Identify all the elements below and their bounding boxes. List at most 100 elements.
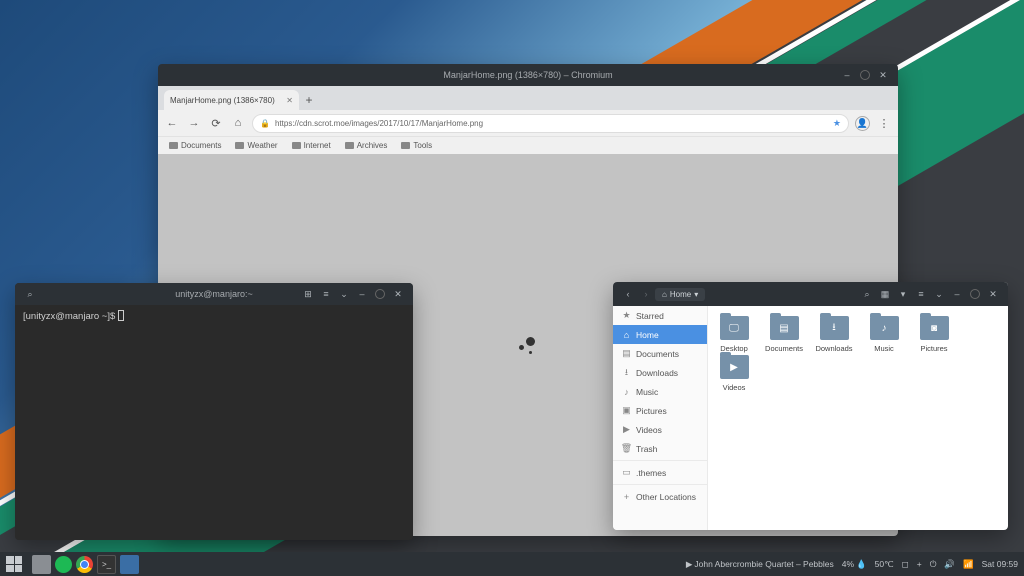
search-icon[interactable]: ⌕ bbox=[21, 285, 39, 303]
drop-icon: 💧 bbox=[856, 559, 867, 570]
star-icon: ★ bbox=[622, 311, 631, 320]
terminal-prompt: [unityzx@manjaro ~]$ bbox=[23, 311, 118, 322]
file-grid: 🖵Desktop ▤Documents ⭳Downloads ♪Music ◙P… bbox=[708, 306, 1008, 530]
sidebar-item-home[interactable]: ⌂Home bbox=[613, 325, 707, 344]
home-icon: ⌂ bbox=[622, 330, 631, 339]
folder-icon bbox=[169, 142, 178, 149]
back-button[interactable]: ← bbox=[164, 115, 180, 131]
back-button[interactable]: ‹ bbox=[619, 285, 637, 303]
bookmark-weather[interactable]: Weather bbox=[230, 139, 282, 152]
taskbar: >_ ▶John Abercrombie Quartet – Pebbles 4… bbox=[0, 552, 1024, 576]
terminal-title: unityzx@manjaro:~ bbox=[175, 289, 252, 299]
chromium-titlebar[interactable]: ManjarHome.png (1386×780) – Chromium – ✕ bbox=[158, 64, 898, 86]
browser-toolbar: ← → ⟳ ⌂ 🔒 https://cdn.scrot.moe/images/2… bbox=[158, 110, 898, 136]
sidebar-item-other-locations[interactable]: +Other Locations bbox=[613, 487, 707, 506]
folder-videos[interactable]: ▶Videos bbox=[710, 355, 758, 392]
tray-wifi-icon[interactable]: 📶 bbox=[963, 559, 974, 570]
grid-view-icon[interactable]: ▦ bbox=[876, 285, 894, 303]
sidebar-item-starred[interactable]: ★Starred bbox=[613, 306, 707, 325]
menu-button[interactable]: ⋮ bbox=[876, 115, 892, 131]
maximize-button[interactable] bbox=[860, 70, 870, 80]
menu-icon[interactable]: ≡ bbox=[317, 285, 335, 303]
folder-icon bbox=[345, 142, 354, 149]
bookmark-star-icon[interactable]: ★ bbox=[833, 118, 841, 129]
file-manager-titlebar[interactable]: ‹ › ⌂ Home ▾ ⌕ ▦ ▾ ≡ ⌄ – ✕ bbox=[613, 282, 1008, 306]
sidebar-item-themes[interactable]: ▭.themes bbox=[613, 463, 707, 482]
taskbar-terminal-icon[interactable]: >_ bbox=[97, 555, 116, 574]
folder-music[interactable]: ♪Music bbox=[860, 316, 908, 353]
maximize-button[interactable] bbox=[970, 289, 980, 299]
video-icon: ▶ bbox=[622, 425, 631, 434]
path-button[interactable]: ⌂ Home ▾ bbox=[655, 288, 705, 301]
taskbar-file-manager-icon[interactable] bbox=[32, 555, 51, 574]
chromium-window-title: ManjarHome.png (1386×780) – Chromium bbox=[443, 70, 612, 80]
forward-button[interactable]: › bbox=[637, 285, 655, 303]
plus-icon: + bbox=[622, 492, 631, 501]
url-text: https://cdn.scrot.moe/images/2017/10/17/… bbox=[275, 119, 483, 128]
tray-plus-icon[interactable]: + bbox=[917, 559, 922, 569]
browser-tab[interactable]: ManjarHome.png (1386×780) ✕ bbox=[164, 90, 299, 110]
folder-icon: ▭ bbox=[622, 468, 631, 477]
tray-window-icon[interactable]: ◻ bbox=[902, 559, 909, 570]
picture-icon: ▣ bbox=[622, 406, 631, 415]
terminal-titlebar[interactable]: ⌕ unityzx@manjaro:~ ⊞ ≡ ⌄ – ✕ bbox=[15, 283, 413, 305]
new-tab-icon[interactable]: ⊞ bbox=[299, 285, 317, 303]
dropdown-icon[interactable]: ⌄ bbox=[335, 285, 353, 303]
sidebar-item-downloads[interactable]: ⭳Downloads bbox=[613, 363, 707, 382]
sidebar-item-pictures[interactable]: ▣Pictures bbox=[613, 401, 707, 420]
folder-pictures[interactable]: ◙Pictures bbox=[910, 316, 958, 353]
bookmark-documents[interactable]: Documents bbox=[164, 139, 226, 152]
taskbar-chromium-icon[interactable] bbox=[76, 556, 93, 573]
tray-audio-icon[interactable]: 🔊 bbox=[944, 559, 955, 570]
applications-button[interactable] bbox=[6, 556, 22, 572]
search-icon[interactable]: ⌕ bbox=[858, 285, 876, 303]
sidebar-item-music[interactable]: ♪Music bbox=[613, 382, 707, 401]
close-button[interactable]: ✕ bbox=[874, 66, 892, 84]
url-bar[interactable]: 🔒 https://cdn.scrot.moe/images/2017/10/1… bbox=[252, 114, 849, 133]
sidebar-item-videos[interactable]: ▶Videos bbox=[613, 420, 707, 439]
chevron-down-icon: ▾ bbox=[694, 290, 698, 299]
forward-button[interactable]: → bbox=[186, 115, 202, 131]
folder-downloads[interactable]: ⭳Downloads bbox=[810, 316, 858, 353]
dropdown-icon[interactable]: ⌄ bbox=[930, 285, 948, 303]
home-button[interactable]: ⌂ bbox=[230, 115, 246, 131]
close-button[interactable]: ✕ bbox=[389, 285, 407, 303]
temperature-indicator[interactable]: 50℃ bbox=[875, 559, 894, 570]
tray-power-icon[interactable]: ⏻ bbox=[930, 559, 937, 570]
lock-icon: 🔒 bbox=[260, 119, 270, 128]
terminal-window[interactable]: ⌕ unityzx@manjaro:~ ⊞ ≡ ⌄ – ✕ [unityzx@m… bbox=[15, 283, 413, 540]
taskbar-settings-icon[interactable] bbox=[120, 555, 139, 574]
menu-icon[interactable]: ≡ bbox=[912, 285, 930, 303]
humidity-indicator[interactable]: 4%💧 bbox=[842, 559, 867, 570]
folder-desktop[interactable]: 🖵Desktop bbox=[710, 316, 758, 353]
sidebar-item-documents[interactable]: ▤Documents bbox=[613, 344, 707, 363]
bookmark-tools[interactable]: Tools bbox=[396, 139, 437, 152]
home-icon: ⌂ bbox=[662, 290, 667, 299]
minimize-button[interactable]: – bbox=[838, 66, 856, 84]
folder-icon bbox=[235, 142, 244, 149]
tab-strip: ManjarHome.png (1386×780) ✕ + bbox=[158, 86, 898, 110]
folder-documents[interactable]: ▤Documents bbox=[760, 316, 808, 353]
taskbar-spotify-icon[interactable] bbox=[55, 556, 72, 573]
bookmark-internet[interactable]: Internet bbox=[287, 139, 336, 152]
view-dropdown-icon[interactable]: ▾ bbox=[894, 285, 912, 303]
sidebar-item-trash[interactable]: 🗑Trash bbox=[613, 439, 707, 458]
minimize-button[interactable]: – bbox=[353, 285, 371, 303]
now-playing[interactable]: ▶John Abercrombie Quartet – Pebbles bbox=[686, 559, 834, 570]
terminal-body[interactable]: [unityzx@manjaro ~]$ bbox=[15, 305, 413, 540]
file-sidebar: ★Starred ⌂Home ▤Documents ⭳Downloads ♪Mu… bbox=[613, 306, 708, 530]
new-tab-button[interactable]: + bbox=[299, 90, 319, 110]
reload-button[interactable]: ⟳ bbox=[208, 115, 224, 131]
tab-close-icon[interactable]: ✕ bbox=[286, 96, 293, 105]
file-manager-window[interactable]: ‹ › ⌂ Home ▾ ⌕ ▦ ▾ ≡ ⌄ – ✕ ★Starred ⌂Hom… bbox=[613, 282, 1008, 530]
trash-icon: 🗑 bbox=[622, 444, 631, 453]
profile-button[interactable]: 👤 bbox=[855, 116, 870, 131]
close-button[interactable]: ✕ bbox=[984, 285, 1002, 303]
minimize-button[interactable]: – bbox=[948, 285, 966, 303]
folder-icon bbox=[401, 142, 410, 149]
play-icon: ▶ bbox=[686, 559, 693, 570]
bookmark-archives[interactable]: Archives bbox=[340, 139, 393, 152]
clock[interactable]: Sat 09:59 bbox=[982, 559, 1018, 569]
maximize-button[interactable] bbox=[375, 289, 385, 299]
loading-spinner-icon bbox=[515, 332, 541, 358]
